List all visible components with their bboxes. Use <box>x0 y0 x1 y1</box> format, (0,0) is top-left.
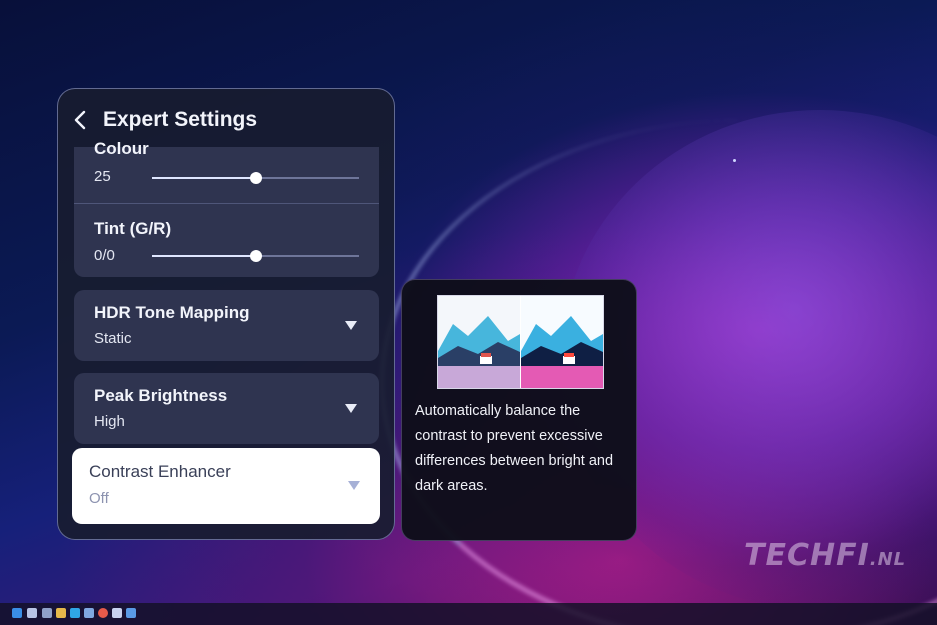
watermark-main: TECHFI <box>744 538 870 573</box>
slider-fill <box>152 177 256 179</box>
slider-fill <box>152 255 256 257</box>
dropdown-label: Contrast Enhancer <box>89 462 231 481</box>
dropdown-value: Off <box>89 490 109 507</box>
divider <box>74 203 379 204</box>
dropdown-label: HDR Tone Mapping <box>94 303 250 322</box>
slider-value: 0/0 <box>94 247 115 264</box>
mail-icon[interactable] <box>84 608 94 618</box>
page-title: Expert Settings <box>103 108 258 131</box>
mouse-cursor <box>733 159 736 162</box>
slider-thumb[interactable] <box>249 250 262 262</box>
watermark-suffix: .NL <box>869 549 907 570</box>
tint-slider[interactable] <box>152 250 359 262</box>
back-arrow-icon[interactable] <box>72 109 88 131</box>
edge-icon[interactable] <box>70 608 80 618</box>
chevron-down-icon <box>345 404 357 413</box>
contrast-preview-image <box>437 295 604 389</box>
chevron-down-icon <box>345 321 357 330</box>
hdr-tone-mapping-dropdown[interactable]: HDR Tone Mapping Static <box>74 290 379 361</box>
tint-slider-row[interactable]: Tint (G/R) 0/0 <box>74 209 379 271</box>
info-panel: Automatically balance the contrast to pr… <box>401 279 637 541</box>
slider-label: Tint (G/R) <box>94 219 172 238</box>
file-explorer-icon[interactable] <box>42 608 52 618</box>
dropdown-value: Static <box>94 330 132 347</box>
taskbar <box>0 603 937 625</box>
colour-slider[interactable] <box>152 172 359 184</box>
windows-start-icon[interactable] <box>12 608 22 618</box>
expert-settings-panel: Expert Settings Colour 25 Tint (G/R) 0/0… <box>57 88 395 540</box>
search-icon[interactable] <box>27 608 37 618</box>
watermark-logo: TECHFI.NL <box>744 538 906 573</box>
info-description: Automatically balance the contrast to pr… <box>415 403 614 494</box>
slider-group: Colour 25 Tint (G/R) 0/0 <box>74 139 379 277</box>
chevron-down-icon <box>348 481 360 490</box>
dropdown-label: Peak Brightness <box>94 386 228 405</box>
app-icon[interactable] <box>126 608 136 618</box>
slider-label: Colour <box>94 139 149 158</box>
photos-icon[interactable] <box>112 608 122 618</box>
contrast-enhancer-dropdown[interactable]: Contrast Enhancer Off <box>72 448 380 524</box>
colour-slider-row[interactable]: Colour 25 <box>74 139 379 207</box>
peak-brightness-dropdown[interactable]: Peak Brightness High <box>74 373 379 444</box>
folder-icon[interactable] <box>56 608 66 618</box>
dropdown-value: High <box>94 413 125 430</box>
chrome-icon[interactable] <box>98 608 108 618</box>
slider-value: 25 <box>94 168 111 185</box>
slider-thumb[interactable] <box>249 172 262 184</box>
